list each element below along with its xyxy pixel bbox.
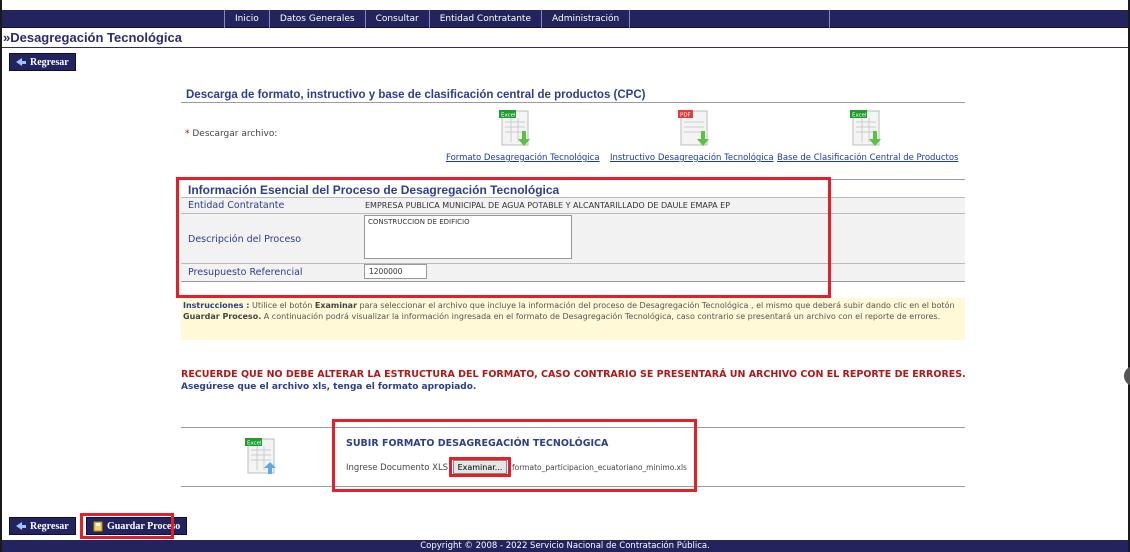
back-button-bottom[interactable]: Regresar: [9, 517, 76, 535]
nav-administracion[interactable]: Administración: [542, 10, 631, 28]
back-button-label: Regresar: [30, 56, 69, 68]
instructions-text-1: Utilice el botón: [249, 301, 315, 310]
instructions-box: Instrucciones : Utilice el botón Examina…: [181, 298, 965, 340]
download-heading: Descarga de formato, instructivo y base …: [186, 89, 646, 101]
instructions-text-3: A continuación podrá visualizar la infor…: [261, 312, 941, 321]
back-button-top[interactable]: Regresar: [9, 53, 76, 71]
instructions-text-2: para seleccionar el archivo que incluye …: [357, 301, 955, 310]
download-label: * Descargar archivo:: [185, 129, 277, 139]
svg-text:Excel: Excel: [501, 113, 516, 119]
title-divider: [2, 47, 1128, 48]
nav-datos-generales[interactable]: Datos Generales: [270, 10, 366, 28]
excel-upload-icon: Excel: [245, 438, 276, 474]
pdf-file-icon[interactable]: PDF: [676, 108, 712, 148]
excel-cpc-file-icon[interactable]: Excel: [848, 108, 884, 148]
instructions-bold-guardar: Guardar Proceso.: [183, 312, 262, 321]
format-link[interactable]: Formato Desagregación Tecnológica: [446, 153, 600, 163]
arrow-left-icon: [16, 522, 26, 530]
info-highlight-box: [176, 177, 831, 298]
instructions-bold-examinar: Examinar: [314, 301, 358, 310]
format-warning: RECUERDE QUE NO DEBE ALTERAR LA ESTRUCTU…: [181, 369, 966, 380]
svg-text:PDF: PDF: [680, 113, 691, 119]
nav-consultar[interactable]: Consultar: [366, 10, 430, 28]
footer: Copyright © 2008 - 2022 Servicio Naciona…: [2, 540, 1128, 552]
instructivo-link[interactable]: Instructivo Desagregación Tecnológica: [610, 153, 774, 163]
xls-warning: Asegúrese que el archivo xls, tenga el f…: [181, 382, 477, 392]
save-highlight-box: [80, 513, 174, 539]
download-label-text: Descargar archivo:: [192, 129, 278, 139]
back-button-label: Regresar: [30, 520, 69, 532]
instructions-title: Instrucciones :: [183, 301, 250, 310]
excel-file-icon[interactable]: Excel: [497, 108, 533, 148]
page-title: »Desagregación Tecnológica: [3, 30, 182, 45]
svg-text:Excel: Excel: [247, 441, 262, 447]
upload-highlight-box: [332, 419, 697, 492]
svg-text:Excel: Excel: [852, 113, 867, 119]
top-navbar: Inicio Datos Generales Consultar Entidad…: [2, 10, 1128, 28]
nav-inicio[interactable]: Inicio: [224, 10, 270, 28]
cpc-base-link[interactable]: Base de Clasificación Central de Product…: [777, 153, 958, 163]
nav-entidad-contratante[interactable]: Entidad Contratante: [430, 10, 542, 28]
nav-empty-slot: [630, 10, 831, 28]
download-divider: [181, 102, 965, 103]
required-mark: *: [185, 129, 190, 139]
arrow-left-icon: [16, 58, 26, 66]
